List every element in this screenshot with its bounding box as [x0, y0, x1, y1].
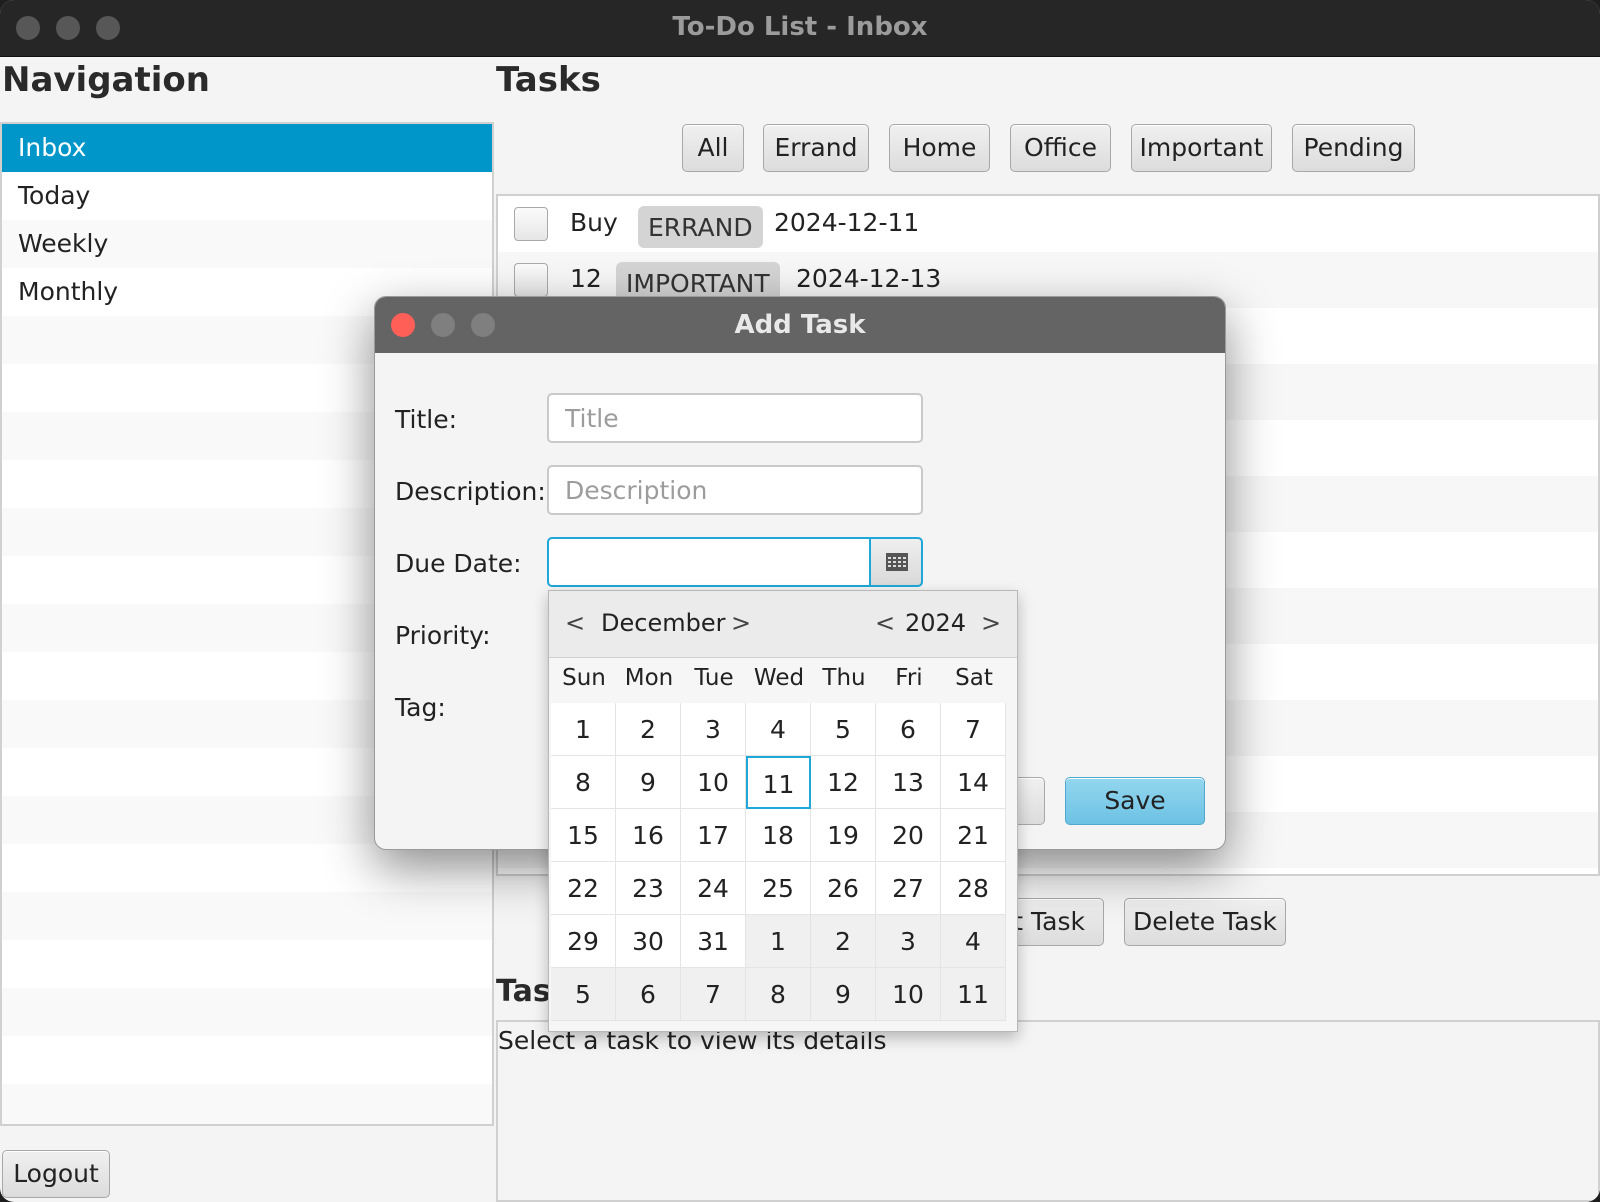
weekday-label: Wed — [753, 665, 805, 691]
window-title: To-Do List - Inbox — [672, 12, 928, 42]
nav-item-today[interactable]: Today — [2, 172, 492, 220]
weekday-label: Sun — [562, 665, 606, 691]
task-title: 12 — [570, 264, 602, 293]
title-bar: To-Do List - Inbox — [0, 0, 1600, 57]
calendar-day-cell[interactable]: 9 — [616, 756, 681, 809]
calendar-day-cell[interactable]: 4 — [746, 703, 811, 756]
calendar-day-cell[interactable]: 1 — [551, 703, 616, 756]
nav-item-weekly[interactable]: Weekly — [2, 220, 492, 268]
filter-errand-button[interactable]: Errand — [763, 124, 869, 172]
calendar-day-cell[interactable]: 16 — [616, 809, 681, 862]
calendar-day-cell[interactable]: 18 — [746, 809, 811, 862]
logout-button[interactable]: Logout — [2, 1150, 110, 1198]
calendar-day-cell[interactable]: 30 — [616, 915, 681, 968]
filter-all-button[interactable]: All — [682, 124, 744, 172]
calendar-day-cell[interactable]: 5 — [811, 703, 876, 756]
weekday-label: Thu — [822, 665, 866, 691]
calendar-day-cell[interactable]: 6 — [616, 968, 681, 1021]
calendar-day-cell[interactable]: 20 — [876, 809, 941, 862]
next-month-button[interactable]: > — [731, 609, 751, 637]
task-details-heading: Tas — [496, 974, 551, 1009]
calendar-day-cell[interactable]: 29 — [551, 915, 616, 968]
calendar-day-cell[interactable]: 23 — [616, 862, 681, 915]
calendar-day-cell[interactable]: 9 — [811, 968, 876, 1021]
calendar-day-cell[interactable]: 28 — [941, 862, 1006, 915]
calendar-day-cell[interactable]: 24 — [681, 862, 746, 915]
calendar-day-cell[interactable]: 11 — [746, 756, 811, 809]
calendar-year-label: 2024 — [905, 609, 967, 637]
tag-label: Tag: — [395, 693, 446, 722]
calendar-day-cell[interactable]: 7 — [681, 968, 746, 1021]
task-title: Buy — [570, 208, 618, 237]
calendar-header: < December > < 2024 > — [549, 591, 1017, 658]
weekday-label: Fri — [895, 665, 923, 691]
calendar-day-cell[interactable]: 3 — [681, 703, 746, 756]
calendar-day-cell[interactable]: 15 — [551, 809, 616, 862]
previous-month-button[interactable]: < — [565, 609, 585, 637]
task-date: 2024-12-13 — [796, 264, 942, 293]
next-year-button[interactable]: > — [981, 609, 1001, 637]
calendar-day-cell[interactable]: 21 — [941, 809, 1006, 862]
calendar-day-cell[interactable]: 14 — [941, 756, 1006, 809]
calendar-day-cell[interactable]: 17 — [681, 809, 746, 862]
calendar-day-cell[interactable]: 19 — [811, 809, 876, 862]
calendar-day-cell[interactable]: 8 — [746, 968, 811, 1021]
task-date: 2024-12-11 — [774, 208, 920, 237]
filter-home-button[interactable]: Home — [889, 124, 990, 172]
weekday-label: Sat — [955, 665, 993, 691]
calendar-day-cell[interactable]: 27 — [876, 862, 941, 915]
calendar-month-label: December — [601, 609, 726, 637]
calendar-day-cell[interactable]: 31 — [681, 915, 746, 968]
filter-office-button[interactable]: Office — [1010, 124, 1111, 172]
task-details-area: Select a task to view its details — [496, 1020, 1600, 1202]
due-date-label: Due Date: — [395, 549, 522, 578]
weekday-label: Mon — [624, 665, 674, 691]
calendar-day-cell[interactable]: 5 — [551, 968, 616, 1021]
calendar-day-cell[interactable]: 3 — [876, 915, 941, 968]
weekday-label: Tue — [694, 665, 734, 691]
title-input[interactable] — [547, 393, 923, 443]
calendar-day-cell[interactable]: 26 — [811, 862, 876, 915]
calendar-day-cell[interactable]: 7 — [941, 703, 1006, 756]
priority-label: Priority: — [395, 621, 491, 650]
calendar-day-cell[interactable]: 6 — [876, 703, 941, 756]
task-checkbox[interactable] — [514, 207, 548, 241]
calendar-icon — [886, 553, 908, 571]
previous-year-button[interactable]: < — [875, 609, 895, 637]
calendar-day-cell[interactable]: 11 — [941, 968, 1006, 1021]
filter-pending-button[interactable]: Pending — [1292, 124, 1415, 172]
calendar-day-cell[interactable]: 22 — [551, 862, 616, 915]
description-label: Description: — [395, 477, 546, 506]
calendar-day-cell[interactable]: 25 — [746, 862, 811, 915]
calendar-day-cell[interactable]: 8 — [551, 756, 616, 809]
calendar-day-cell[interactable]: 2 — [616, 703, 681, 756]
date-picker-button[interactable] — [869, 537, 923, 587]
date-picker-popup: < December > < 2024 > Sun Mon Tue Wed Thu Fri… — [548, 590, 1018, 1032]
delete-task-button[interactable]: Delete Task — [1124, 898, 1286, 946]
save-button[interactable]: Save — [1065, 777, 1205, 825]
calendar-day-cell[interactable]: 10 — [876, 968, 941, 1021]
calendar-day-cell[interactable]: 10 — [681, 756, 746, 809]
calendar-day-cell[interactable]: 13 — [876, 756, 941, 809]
task-tag-badge: ERRAND — [638, 206, 763, 248]
title-label: Title: — [395, 405, 457, 434]
tasks-heading: Tasks — [496, 60, 601, 100]
dialog-title: Add Task — [734, 310, 866, 340]
calendar-day-cell[interactable]: 12 — [811, 756, 876, 809]
app-window: To-Do List - Inbox Navigation Inbox Toda… — [0, 0, 1600, 1202]
calendar-day-cell[interactable]: 1 — [746, 915, 811, 968]
navigation-heading: Navigation — [2, 60, 210, 100]
calendar-day-cell[interactable]: 2 — [811, 915, 876, 968]
calendar-day-cell[interactable]: 4 — [941, 915, 1006, 968]
due-date-input[interactable] — [547, 537, 871, 587]
nav-item-inbox[interactable]: Inbox — [2, 124, 492, 172]
filter-important-button[interactable]: Important — [1131, 124, 1272, 172]
dialog-title-bar: Add Task — [375, 297, 1225, 353]
task-checkbox[interactable] — [514, 263, 548, 297]
description-input[interactable] — [547, 465, 923, 515]
